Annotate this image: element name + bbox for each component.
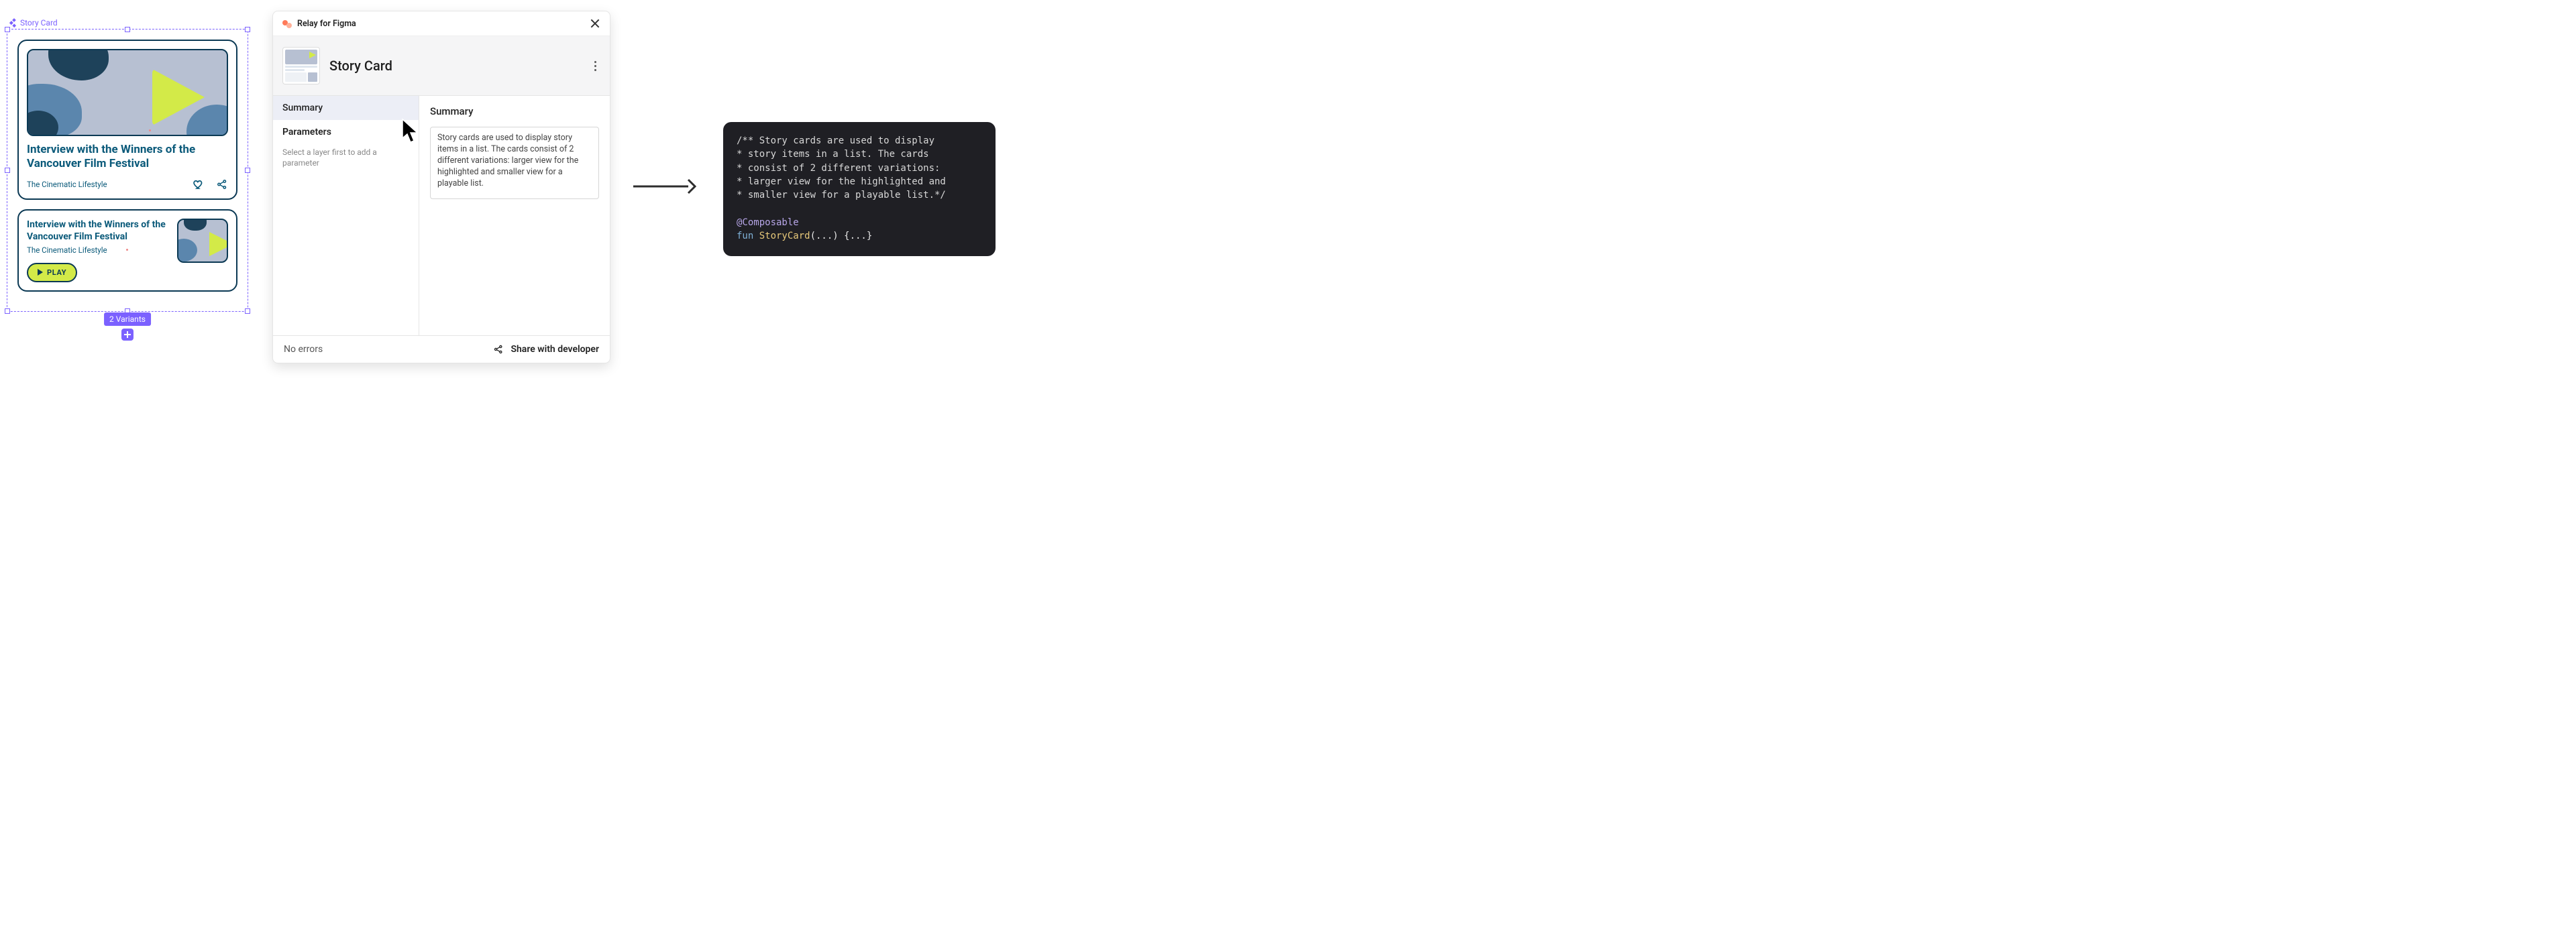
code-fn-name: StoryCard bbox=[759, 231, 810, 241]
code-comment: * larger view for the highlighted and bbox=[737, 176, 946, 187]
code-comment: * story items in a list. The cards bbox=[737, 149, 929, 160]
story-subtitle: The Cinematic Lifestyle bbox=[27, 180, 107, 189]
sidebar-help-text: Select a layer first to add a parameter bbox=[273, 144, 419, 168]
share-with-developer-button[interactable]: Share with developer bbox=[493, 344, 599, 355]
arrow-right-icon bbox=[632, 177, 696, 196]
component-label: Story Card bbox=[7, 18, 58, 27]
story-title: Interview with the Winners of the Vancou… bbox=[27, 143, 228, 172]
relay-main: Summary bbox=[419, 96, 610, 335]
code-annotation: @Composable bbox=[737, 217, 799, 228]
section-heading: Summary bbox=[430, 105, 599, 117]
selection-handle[interactable] bbox=[125, 27, 130, 32]
status-text: No errors bbox=[284, 344, 323, 355]
share-icon[interactable] bbox=[216, 178, 228, 190]
relay-titlebar: Relay for Figma bbox=[273, 11, 610, 36]
dot-indicator bbox=[126, 249, 128, 251]
mini-thumbnail bbox=[177, 219, 228, 263]
play-icon bbox=[209, 232, 228, 256]
play-icon bbox=[38, 269, 43, 276]
component-label-text: Story Card bbox=[20, 18, 58, 27]
relay-logo-icon bbox=[282, 19, 292, 28]
code-preview: /** Story cards are used to display * st… bbox=[723, 122, 996, 256]
sidebar-item-summary[interactable]: Summary bbox=[273, 96, 419, 120]
summary-textarea[interactable] bbox=[430, 127, 599, 199]
meta-row: The Cinematic Lifestyle bbox=[27, 178, 228, 190]
story-card-large[interactable]: Interview with the Winners of the Vancou… bbox=[17, 40, 237, 200]
code-comment: * consist of 2 different variations: bbox=[737, 163, 940, 174]
close-icon[interactable] bbox=[590, 18, 600, 29]
selection-handle[interactable] bbox=[5, 308, 10, 314]
share-label: Share with developer bbox=[511, 344, 599, 355]
relay-header: Story Card bbox=[273, 36, 610, 96]
play-icon bbox=[152, 69, 205, 125]
play-button[interactable]: PLAY bbox=[27, 263, 77, 282]
play-label: PLAY bbox=[47, 268, 66, 277]
component-icon bbox=[11, 19, 17, 26]
sidebar-item-parameters[interactable]: Parameters bbox=[273, 120, 419, 144]
relay-brand: Relay for Figma bbox=[282, 19, 356, 29]
component-thumbnail bbox=[282, 47, 320, 84]
share-icon bbox=[493, 344, 504, 355]
more-menu-icon[interactable] bbox=[590, 61, 600, 71]
selection-handle[interactable] bbox=[245, 168, 250, 173]
code-keyword: fun bbox=[737, 231, 759, 241]
figma-canvas: Story Card Interview with the Winners of… bbox=[7, 16, 248, 312]
selection-frame[interactable]: Interview with the Winners of the Vancou… bbox=[7, 29, 248, 312]
hero-thumbnail bbox=[27, 49, 228, 136]
code-rest: (...) {...} bbox=[810, 231, 873, 241]
story-card-small[interactable]: Interview with the Winners of the Vancou… bbox=[17, 209, 237, 292]
selection-handle[interactable] bbox=[5, 168, 10, 173]
story-title: Interview with the Winners of the Vancou… bbox=[27, 219, 169, 243]
selection-handle[interactable] bbox=[245, 27, 250, 32]
relay-panel: Relay for Figma Story Card Summary Param… bbox=[272, 11, 610, 363]
selection-handle[interactable] bbox=[245, 308, 250, 314]
variants-badge: 2 Variants bbox=[104, 312, 151, 326]
component-title: Story Card bbox=[329, 58, 580, 74]
selection-handle[interactable] bbox=[5, 27, 10, 32]
code-comment: * smaller view for a playable list.*/ bbox=[737, 190, 946, 200]
relay-brand-text: Relay for Figma bbox=[297, 19, 356, 29]
add-variant-button[interactable] bbox=[121, 329, 133, 341]
relay-footer: No errors Share with developer bbox=[273, 335, 610, 363]
story-subtitle: The Cinematic Lifestyle bbox=[27, 245, 107, 255]
relay-sidebar: Summary Parameters Select a layer first … bbox=[273, 96, 419, 335]
heart-icon[interactable] bbox=[192, 178, 204, 190]
code-comment: /** Story cards are used to display bbox=[737, 135, 934, 146]
